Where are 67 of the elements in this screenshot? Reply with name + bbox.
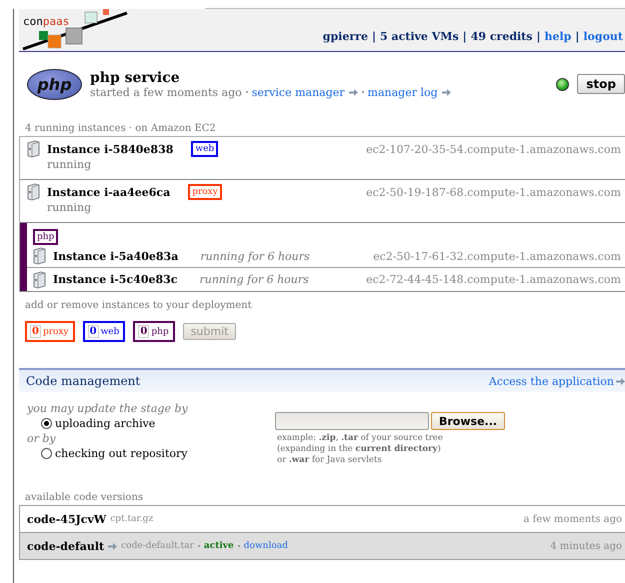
separator: |	[575, 30, 580, 43]
versions-caption: available code versions	[25, 492, 144, 503]
role-tag: web	[191, 141, 218, 157]
instance-status: running for 6 hours	[199, 273, 309, 286]
user-info: 49 credits	[470, 30, 532, 43]
hint-text: (expanding in the current directory)	[277, 444, 442, 455]
service-link[interactable]: manager log	[368, 86, 438, 98]
service-started: started a few moments ago	[90, 86, 242, 98]
separator: |	[372, 30, 376, 43]
deployment-caption: add or remove instances to your deployment	[25, 300, 253, 311]
section-title: Code management	[26, 374, 140, 388]
instance-name: Instance i-5a40e83a	[53, 250, 178, 262]
version-name: code-default	[27, 540, 104, 552]
host-name: ec2-107-20-35-54.compute-1.amazonaws.com	[366, 142, 622, 156]
header-link[interactable]: logout	[583, 30, 623, 43]
version-file: cpt.tar.gz	[110, 514, 154, 524]
version-name: code-45JcvW	[27, 512, 106, 526]
radio-button[interactable]	[41, 418, 52, 429]
instance-status: running	[47, 158, 92, 171]
stop-button[interactable]: stop	[577, 74, 625, 94]
radio-button[interactable]	[41, 448, 52, 459]
download-link[interactable]: download	[244, 541, 288, 551]
or-caption: or by	[27, 432, 57, 445]
arrow-icon	[616, 378, 625, 384]
version-time: a few moments ago	[523, 514, 623, 524]
server-icon	[33, 247, 46, 265]
instance-counter[interactable]: 0 web	[82, 321, 126, 342]
option-label: checking out repository	[55, 447, 188, 460]
version-time: 4 minutes ago	[550, 540, 623, 552]
service-title: php service	[90, 70, 181, 86]
instance-name: Instance i-5840e838	[47, 142, 174, 156]
instances-caption: 4 running instances · on Amazon EC2	[25, 123, 217, 134]
separator: |	[536, 30, 540, 43]
host-name: ec2-50-17-61-32.compute-1.amazonaws.com	[373, 250, 622, 262]
instance-counter[interactable]: 0 proxy	[25, 321, 75, 342]
arrow-icon	[442, 88, 451, 96]
access-link[interactable]: Access the application	[488, 374, 625, 388]
service-logo: php	[27, 68, 82, 100]
separator: |	[462, 30, 467, 43]
server-icon	[33, 270, 46, 288]
version-file: code-default.tar	[121, 541, 194, 551]
logo-text: conpaas	[23, 15, 70, 28]
service-link[interactable]: service manager	[252, 86, 345, 98]
server-icon	[27, 140, 40, 158]
role-tag: proxy	[188, 184, 222, 200]
browse-button[interactable]: Browse...	[431, 412, 506, 430]
hint-text: or .war for Java servlets	[277, 455, 383, 466]
instance-status: running	[47, 201, 92, 214]
instance-status: running for 6 hours	[200, 250, 310, 262]
arrow-icon	[348, 88, 358, 96]
instance-name: Instance i-aa4ee6ca	[47, 186, 170, 198]
stage-caption: you may update the stage by	[27, 402, 189, 415]
user-info: 5 active VMs	[380, 30, 459, 43]
server-icon	[27, 183, 40, 201]
host-name: ec2-50-19-187-68.compute-1.amazonaws.com	[366, 186, 622, 198]
instance-counter[interactable]: 0 php	[133, 321, 175, 342]
file-field[interactable]	[275, 412, 429, 430]
role-tag: php	[33, 229, 58, 245]
option-label: uploading archive	[55, 417, 156, 430]
arrow-icon	[108, 542, 118, 550]
hint-text: example: .zip, .tar of your source tree	[277, 433, 444, 444]
host-name: ec2-72-44-45-148.compute-1.amazonaws.com	[366, 273, 622, 286]
header-link[interactable]: help	[544, 30, 572, 43]
instance-name: Instance i-5c40e83c	[53, 273, 178, 286]
version-row[interactable]: code-default code-default.tar active download 4 minutes ago	[20, 533, 625, 559]
version-status: active	[204, 541, 234, 551]
user-info: gpierre	[322, 30, 368, 43]
